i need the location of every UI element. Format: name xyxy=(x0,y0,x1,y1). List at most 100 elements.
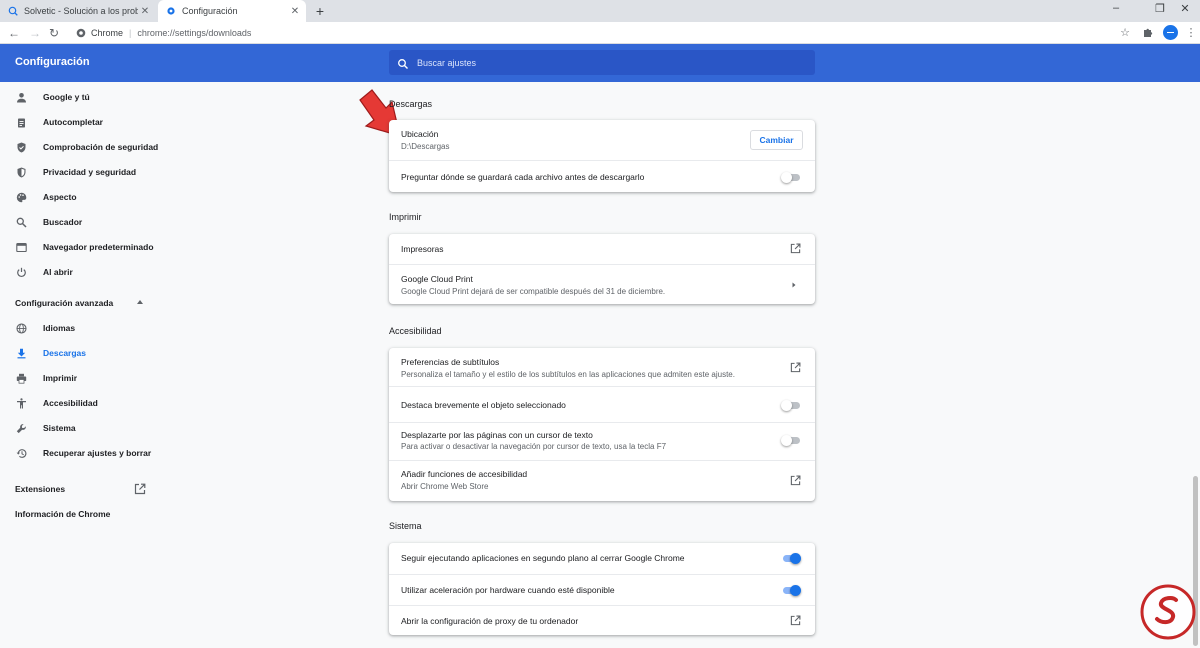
close-tab-icon[interactable]: ✕ xyxy=(138,6,152,17)
tab-solvetic[interactable]: Solvetic - Solución a los problem ✕ xyxy=(0,0,156,22)
printers-row[interactable]: Impresoras xyxy=(389,234,815,264)
background-apps-row[interactable]: Seguir ejecutando aplicaciones en segund… xyxy=(389,543,815,574)
extensions-puzzle-icon[interactable] xyxy=(1139,25,1155,41)
hardware-acceleration-toggle[interactable] xyxy=(781,585,801,596)
sidebar-item-privacy[interactable]: Privacidad y seguridad xyxy=(0,160,170,184)
omnibox-separator: | xyxy=(129,28,132,38)
section-title-system: Sistema xyxy=(389,521,422,531)
sidebar-item-on-startup[interactable]: Al abrir xyxy=(0,260,170,284)
open-in-new-icon[interactable] xyxy=(790,243,801,254)
sidebar-item-extensions[interactable]: Extensiones xyxy=(15,484,65,494)
caret-browsing-row[interactable]: Desplazarte por las páginas con un curso… xyxy=(389,422,815,460)
search-input[interactable] xyxy=(417,57,797,68)
sidebar-item-label: Navegador predeterminado xyxy=(43,242,154,252)
bookmark-star-icon[interactable]: ☆ xyxy=(1117,25,1133,41)
sidebar-item-label: Google y tú xyxy=(43,92,90,102)
captions-sub: Personaliza el tamaño y el estilo de los… xyxy=(401,370,735,379)
hardware-acceleration-row[interactable]: Utilizar aceleración por hardware cuando… xyxy=(389,574,815,605)
ask-where-toggle[interactable] xyxy=(781,172,801,183)
profile-avatar[interactable] xyxy=(1163,25,1178,40)
browser-toolbar: ← → ↻ Chrome | chrome://settings/downloa… xyxy=(0,22,1200,44)
captions-row[interactable]: Preferencias de subtítulos Personaliza e… xyxy=(389,348,815,386)
address-bar[interactable]: Chrome | chrome://settings/downloads xyxy=(70,24,1106,42)
sidebar-item-autofill[interactable]: Autocompletar xyxy=(0,110,170,134)
sidebar-item-reset[interactable]: Recuperar ajustes y borrar xyxy=(0,441,170,465)
reload-button[interactable]: ↻ xyxy=(46,25,62,41)
tab-title: Configuración xyxy=(182,6,238,16)
printer-icon xyxy=(15,372,27,384)
sidebar-item-system[interactable]: Sistema xyxy=(0,416,170,440)
sidebar-item-about[interactable]: Información de Chrome xyxy=(15,509,110,519)
highlight-label: Destaca brevemente el objeto seleccionad… xyxy=(401,400,566,410)
section-title-accessibility: Accesibilidad xyxy=(389,326,442,336)
sidebar-item-accessibility[interactable]: Accesibilidad xyxy=(0,391,170,415)
omnibox-url: chrome://settings/downloads xyxy=(137,28,252,38)
tab-configuracion[interactable]: Configuración ✕ xyxy=(158,0,306,22)
add-accessibility-sub: Abrir Chrome Web Store xyxy=(401,482,489,491)
sidebar-item-label: Descargas xyxy=(43,348,87,358)
tab-title: Solvetic - Solución a los problem xyxy=(24,6,138,16)
chrome-icon xyxy=(76,28,86,38)
ask-where-row[interactable]: Preguntar dónde se guardará cada archivo… xyxy=(389,160,815,192)
wrench-icon xyxy=(15,422,27,434)
restore-button[interactable]: ❐ xyxy=(1150,2,1170,15)
proxy-settings-row[interactable]: Abrir la configuración de proxy de tu or… xyxy=(389,605,815,635)
add-accessibility-label: Añadir funciones de accesibilidad xyxy=(401,469,528,479)
sidebar-item-label: Imprimir xyxy=(43,373,78,383)
highlight-toggle[interactable] xyxy=(781,400,801,411)
change-location-button[interactable]: Cambiar xyxy=(750,130,803,150)
sidebar-item-downloads[interactable]: Descargas xyxy=(0,341,170,365)
settings-search[interactable] xyxy=(389,50,815,75)
add-accessibility-row[interactable]: Añadir funciones de accesibilidad Abrir … xyxy=(389,460,815,501)
sidebar-item-languages[interactable]: Idiomas xyxy=(0,316,170,340)
search-icon xyxy=(397,57,409,69)
sidebar-advanced-toggle[interactable]: Configuración avanzada xyxy=(15,298,113,308)
open-in-new-icon[interactable] xyxy=(790,615,801,626)
sidebar-item-appearance[interactable]: Aspecto xyxy=(0,185,170,209)
downloads-card: Ubicación D:\Descargas Cambiar Preguntar… xyxy=(389,120,815,192)
accessibility-card: Preferencias de subtítulos Personaliza e… xyxy=(389,348,815,501)
background-apps-toggle[interactable] xyxy=(781,553,801,564)
open-in-new-icon[interactable] xyxy=(790,475,801,486)
minimize-button[interactable]: – xyxy=(1106,2,1126,14)
back-button[interactable]: ← xyxy=(6,25,22,41)
background-apps-label: Seguir ejecutando aplicaciones en segund… xyxy=(401,553,685,563)
chevron-up-icon[interactable] xyxy=(137,300,143,304)
page-title: Configuración xyxy=(15,56,90,68)
shield-icon xyxy=(15,166,27,178)
sidebar-item-google[interactable]: Google y tú xyxy=(0,85,170,109)
close-tab-icon[interactable]: ✕ xyxy=(288,6,302,17)
section-title-downloads: Descargas xyxy=(389,99,433,109)
palette-icon xyxy=(15,191,27,203)
sidebar-item-label: Comprobación de seguridad xyxy=(43,142,159,152)
sidebar-item-label: Privacidad y seguridad xyxy=(43,167,137,177)
search-icon xyxy=(15,216,27,228)
new-tab-button[interactable]: + xyxy=(312,3,328,19)
close-window-button[interactable]: ✕ xyxy=(1175,2,1195,15)
section-title-print: Imprimir xyxy=(389,212,422,222)
arrow-right-icon[interactable] xyxy=(791,281,797,289)
person-icon xyxy=(15,91,27,103)
sidebar-item-safety-check[interactable]: Comprobación de seguridad xyxy=(0,135,170,159)
highlight-row[interactable]: Destaca brevemente el objeto seleccionad… xyxy=(389,386,815,422)
open-in-new-icon[interactable] xyxy=(790,362,801,373)
printers-label: Impresoras xyxy=(401,244,444,254)
clipboard-icon xyxy=(15,116,27,128)
omnibox-site: Chrome xyxy=(91,28,124,38)
cloud-print-row[interactable]: Google Cloud Print Google Cloud Print de… xyxy=(389,264,815,304)
sidebar-item-print[interactable]: Imprimir xyxy=(0,366,170,390)
sidebar-item-search-engine[interactable]: Buscador xyxy=(0,210,170,234)
cloud-print-sub: Google Cloud Print dejará de ser compati… xyxy=(401,287,666,296)
download-icon xyxy=(15,347,27,359)
open-in-new-icon[interactable] xyxy=(134,483,146,495)
system-card: Seguir ejecutando aplicaciones en segund… xyxy=(389,543,815,635)
sidebar-item-default-browser[interactable]: Navegador predeterminado xyxy=(0,235,170,259)
proxy-settings-label: Abrir la configuración de proxy de tu or… xyxy=(401,616,579,626)
caret-browsing-toggle[interactable] xyxy=(781,435,801,446)
sidebar-item-label: Buscador xyxy=(43,217,83,227)
watermark-logo-icon xyxy=(1140,584,1196,640)
forward-button[interactable]: → xyxy=(27,25,43,41)
settings-sidebar: Google y tú Autocompletar Comprobación d… xyxy=(0,82,170,648)
menu-dots-icon[interactable]: ⋮ xyxy=(1183,25,1199,41)
sidebar-item-label: Recuperar ajustes y borrar xyxy=(43,448,152,458)
